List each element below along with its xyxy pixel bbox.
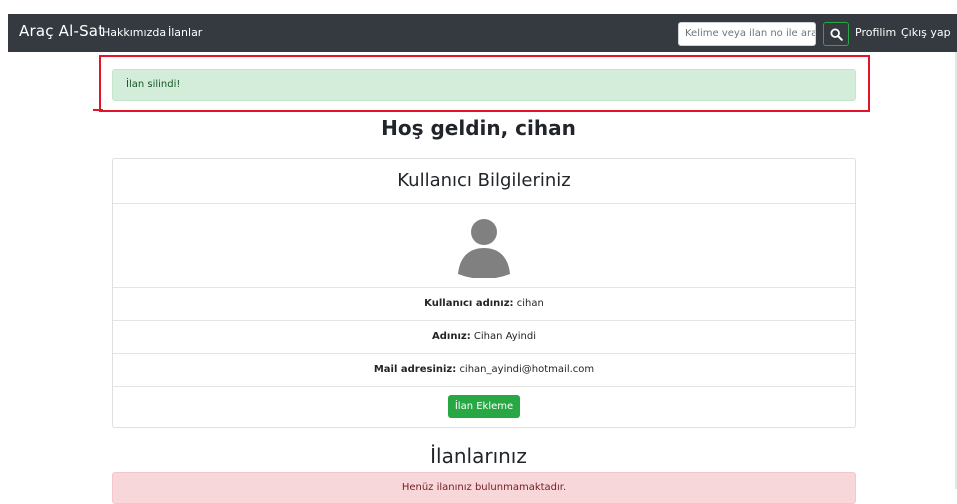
user-info-card: Kullanıcı Bilgileriniz Kullanıcı adınız:… [112, 158, 856, 428]
empty-listings-alert: Henüz ilanınız bulunmamaktadır. [112, 472, 856, 504]
welcome-heading: Hoş geldin, cihan [381, 116, 576, 140]
button-row: İlan Ekleme [113, 386, 855, 427]
add-listing-button[interactable]: İlan Ekleme [448, 395, 520, 418]
nav-link-about[interactable]: Hakkımızda [102, 26, 166, 39]
name-value: Cihan Ayindi [473, 331, 536, 342]
listings-heading: İlanlarınız [430, 444, 527, 468]
search-button[interactable] [823, 22, 849, 46]
email-row: Mail adresiniz: cihan_ayindi@hotmail.com [113, 354, 855, 387]
search-icon [830, 28, 843, 41]
email-label: Mail adresiniz: [373, 364, 457, 375]
nav-link-profile[interactable]: Profilim [855, 26, 896, 39]
empty-listings-message: Henüz ilanınız bulunmamaktadır. [401, 482, 567, 493]
navbar: Araç Al-Sat Hakkımızda İlanlar Kelime ve… [8, 14, 957, 52]
username-row: Kullanıcı adınız: cihan [113, 288, 855, 321]
nav-link-logout[interactable]: Çıkış yap [901, 26, 951, 39]
name-row: Adınız: Cihan Ayindi [113, 321, 855, 354]
annotation-highlight-box [99, 55, 870, 112]
top-strip [0, 0, 957, 14]
search-input[interactable]: Kelime veya ilan no ile ara [678, 22, 816, 46]
annotation-stroke [93, 109, 103, 111]
avatar-row [113, 204, 855, 288]
brand-link[interactable]: Araç Al-Sat [19, 22, 104, 40]
username-value: cihan [516, 298, 544, 309]
name-label: Adınız: [432, 331, 471, 342]
avatar-user-icon [458, 219, 510, 278]
username-label: Kullanıcı adınız: [424, 298, 514, 309]
card-title: Kullanıcı Bilgileriniz [113, 159, 855, 204]
nav-link-listings[interactable]: İlanlar [168, 26, 202, 39]
email-value: cihan_ayindi@hotmail.com [459, 364, 595, 375]
